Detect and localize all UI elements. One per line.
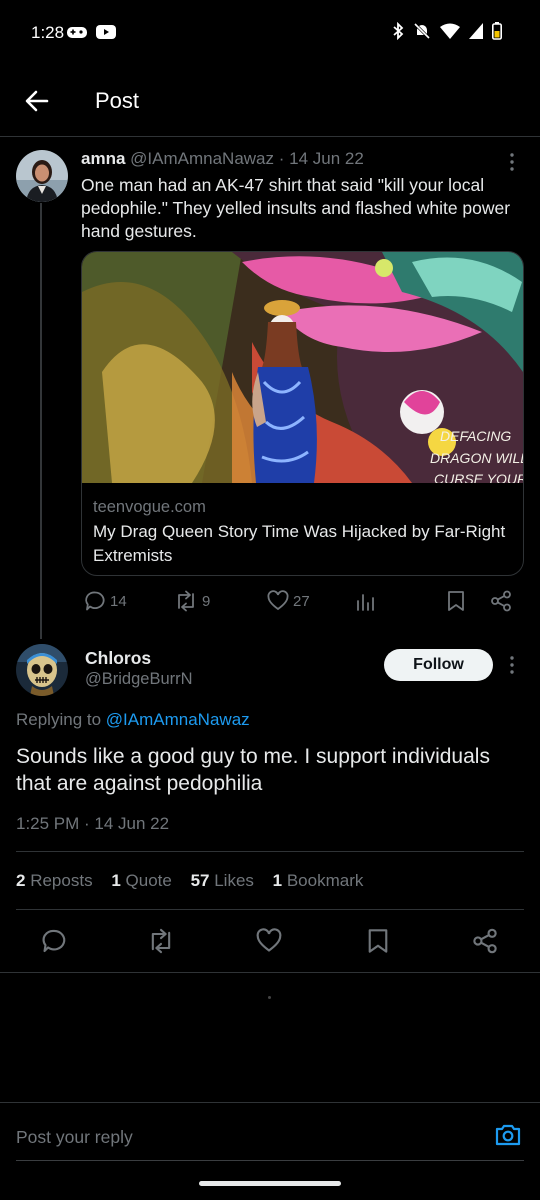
- repost-count: 9: [202, 592, 211, 610]
- more-options-button[interactable]: [504, 152, 520, 172]
- bluetooth-icon: [393, 22, 404, 40]
- back-button[interactable]: [22, 86, 52, 116]
- link-card[interactable]: DEFACING DRAGON WILL CURSE YOUR teenvogu…: [81, 251, 524, 576]
- svg-text:DEFACING: DEFACING: [440, 428, 511, 444]
- replying-to: Replying to @IAmAmnaNawaz: [16, 710, 250, 730]
- divider: [0, 1102, 540, 1103]
- views-icon: [357, 594, 374, 611]
- repost-button[interactable]: 9: [174, 590, 210, 612]
- share-button[interactable]: [472, 928, 498, 954]
- page-title: Post: [95, 88, 140, 113]
- reposts-stat[interactable]: 2 Reposts: [16, 871, 93, 890]
- divider: [16, 909, 524, 910]
- views-button[interactable]: [355, 590, 377, 612]
- like-count: 27: [293, 592, 310, 610]
- divider: [16, 1160, 524, 1161]
- like-button[interactable]: 27: [267, 590, 310, 612]
- home-indicator[interactable]: [199, 1181, 341, 1186]
- card-image: DEFACING DRAGON WILL CURSE YOUR: [82, 252, 523, 483]
- status-time: 1:28: [31, 23, 65, 42]
- divider: [16, 851, 524, 852]
- repost-icon: [151, 928, 171, 954]
- reply-button[interactable]: 14: [84, 590, 127, 612]
- card-domain: teenvogue.com: [93, 498, 206, 516]
- camera-icon: [495, 1124, 521, 1146]
- arrow-left-icon: [25, 90, 49, 112]
- repost-button[interactable]: [147, 928, 175, 954]
- avatar-chloros[interactable]: [16, 644, 68, 696]
- author-handle[interactable]: @IAmAmnaNawaz: [130, 149, 274, 168]
- like-button[interactable]: [256, 928, 282, 954]
- reply-button[interactable]: [41, 928, 67, 954]
- post-text: Sounds like a good guy to me. I support …: [16, 745, 490, 795]
- quoted-post-header: amna @IAmAmnaNawaz · 14 Jun 22: [81, 149, 364, 169]
- status-system-icons: [392, 22, 502, 40]
- author-handle[interactable]: @BridgeBurrN: [85, 670, 193, 689]
- repost-icon: [178, 590, 194, 612]
- mute-icon: [413, 22, 431, 40]
- svg-text:CURSE YOUR: CURSE YOUR: [434, 471, 523, 483]
- bookmark-icon: [448, 591, 464, 611]
- post-timestamp: 1:25 PM · 14 Jun 22: [16, 814, 170, 833]
- avatar-amna[interactable]: [16, 150, 68, 202]
- quoted-post-actions: 14 9 27: [84, 590, 516, 616]
- share-icon: [491, 590, 511, 612]
- author-name[interactable]: amna: [81, 149, 125, 168]
- more-vertical-icon: [510, 656, 514, 674]
- gamepad-icon: [67, 27, 87, 38]
- replying-to-label: Replying to: [16, 710, 102, 729]
- bookmark-button[interactable]: [366, 928, 390, 954]
- card-title: My Drag Queen Story Time Was Hijacked by…: [93, 522, 506, 565]
- share-button[interactable]: [490, 590, 512, 612]
- bookmark-icon: [368, 929, 388, 953]
- youtube-icon: [96, 25, 116, 39]
- signal-icon: [469, 23, 483, 39]
- reply-icon: [42, 929, 66, 953]
- likes-stat[interactable]: 57 Likes: [191, 871, 254, 890]
- quotes-stat[interactable]: 1 Quote: [111, 871, 172, 890]
- post-stats: 2 Reposts 1 Quote 57 Likes 1 Bookmark: [16, 871, 377, 891]
- heart-icon: [267, 590, 289, 611]
- post-date: · 14 Jun 22: [278, 149, 364, 168]
- follow-button[interactable]: Follow: [384, 649, 493, 681]
- loading-indicator: [268, 996, 271, 999]
- thread-line: [40, 203, 42, 639]
- wifi-icon: [440, 23, 460, 39]
- replying-to-link[interactable]: @IAmAmnaNawaz: [106, 710, 250, 729]
- share-icon: [473, 928, 497, 954]
- heart-icon: [256, 928, 282, 952]
- camera-button[interactable]: [494, 1122, 522, 1148]
- more-vertical-icon: [510, 153, 514, 171]
- svg-text:DRAGON WILL: DRAGON WILL: [430, 450, 523, 466]
- bookmarks-stat[interactable]: 1 Bookmark: [273, 871, 364, 890]
- reply-count: 14: [110, 592, 127, 610]
- battery-icon: [492, 22, 502, 40]
- reply-input[interactable]: Post your reply: [16, 1127, 133, 1148]
- quoted-post-text: One man had an AK-47 shirt that said "ki…: [81, 175, 511, 241]
- reply-icon: [85, 591, 105, 611]
- status-notification-icons: [66, 24, 116, 40]
- divider: [0, 972, 540, 973]
- post-actions: [0, 925, 540, 959]
- author-name[interactable]: Chloros: [85, 648, 151, 669]
- bookmark-button[interactable]: [446, 590, 466, 612]
- more-options-button[interactable]: [504, 655, 520, 675]
- divider: [0, 136, 540, 137]
